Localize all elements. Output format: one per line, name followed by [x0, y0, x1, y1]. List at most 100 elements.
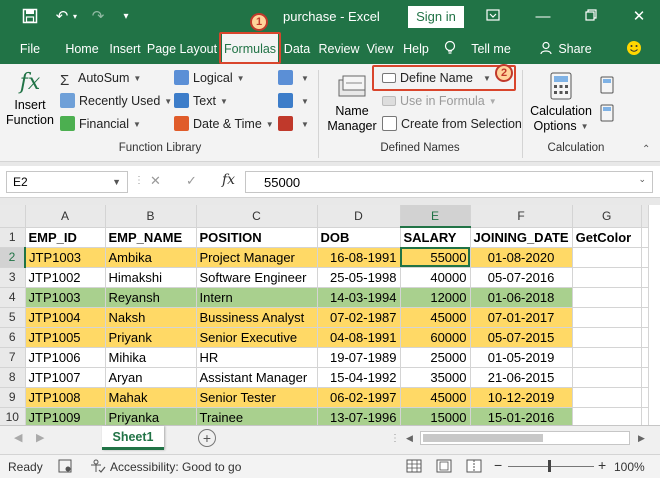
logical-button[interactable]: Logical ▼: [174, 68, 245, 88]
undo-dropdown-icon[interactable]: ▾: [70, 8, 80, 26]
scroll-right-icon[interactable]: ▶: [36, 431, 44, 444]
zoom-in-button[interactable]: +: [598, 457, 606, 473]
enter-check-icon[interactable]: ✓: [186, 173, 197, 189]
cell[interactable]: SALARY: [400, 227, 471, 248]
column-header[interactable]: [641, 205, 649, 228]
cell[interactable]: [641, 407, 649, 428]
cell[interactable]: JTP1003: [25, 247, 106, 268]
cell[interactable]: 04-08-1991: [317, 327, 401, 348]
cell[interactable]: [641, 267, 649, 288]
insert-function-fx-icon[interactable]: fx: [222, 172, 235, 188]
cell[interactable]: 13-07-1996: [317, 407, 401, 428]
cell[interactable]: 25-05-1998: [317, 267, 401, 288]
cell[interactable]: 01-06-2018: [470, 287, 573, 308]
scroll-left-icon[interactable]: ◀: [14, 431, 22, 444]
cell[interactable]: JOINING_DATE: [470, 227, 573, 248]
minimize-icon[interactable]: —: [528, 4, 558, 30]
cell[interactable]: POSITION: [196, 227, 318, 248]
cell[interactable]: 45000: [400, 307, 471, 328]
cell[interactable]: JTP1008: [25, 387, 106, 408]
cell[interactable]: 15-04-1992: [317, 367, 401, 388]
cell[interactable]: 15000: [400, 407, 471, 428]
cell[interactable]: [641, 387, 649, 408]
financial-button[interactable]: Financial ▼: [60, 114, 141, 134]
tab-file[interactable]: File: [14, 34, 46, 64]
scrollbar-thumb[interactable]: [423, 434, 543, 442]
insert-function-button[interactable]: fx Insert Function: [6, 68, 54, 140]
cell[interactable]: DOB: [317, 227, 401, 248]
row-header[interactable]: 3: [0, 267, 26, 288]
cell[interactable]: 05-07-2016: [470, 267, 573, 288]
cell[interactable]: JTP1009: [25, 407, 106, 428]
row-header[interactable]: 10: [0, 407, 26, 428]
cell[interactable]: [572, 347, 642, 368]
normal-view-icon[interactable]: [406, 459, 422, 476]
text-button[interactable]: Text ▼: [174, 91, 228, 111]
column-header[interactable]: A: [25, 205, 106, 228]
cell[interactable]: [641, 347, 649, 368]
chevron-down-icon[interactable]: ▼: [112, 172, 121, 192]
cell[interactable]: Ambika: [105, 247, 197, 268]
tab-review[interactable]: Review: [316, 34, 362, 64]
formula-input[interactable]: 55000 ⌄: [245, 171, 653, 193]
row-header[interactable]: 4: [0, 287, 26, 308]
cell[interactable]: Software Engineer: [196, 267, 318, 288]
accessibility-icon[interactable]: [90, 459, 106, 476]
cell[interactable]: [641, 247, 649, 268]
zoom-slider[interactable]: [508, 466, 594, 467]
sheet-tab-sheet1[interactable]: Sheet1: [102, 426, 164, 450]
row-header[interactable]: 7: [0, 347, 26, 368]
cell[interactable]: Mihika: [105, 347, 197, 368]
recently-used-button[interactable]: Recently Used ▼: [60, 91, 172, 111]
cell[interactable]: JTP1004: [25, 307, 106, 328]
add-sheet-icon[interactable]: +: [198, 429, 216, 447]
cell[interactable]: 12000: [400, 287, 471, 308]
collapse-ribbon-icon[interactable]: ⌃: [642, 144, 650, 155]
calculation-options-button[interactable]: Calculation Options ▼: [530, 70, 592, 142]
ribbon-options-icon[interactable]: [478, 4, 508, 30]
cell[interactable]: 25000: [400, 347, 471, 368]
drag-handle-icon[interactable]: ⋮: [134, 175, 144, 186]
cell[interactable]: EMP_NAME: [105, 227, 197, 248]
horizontal-scrollbar[interactable]: [420, 431, 630, 445]
cell[interactable]: [641, 287, 649, 308]
cell[interactable]: [572, 287, 642, 308]
save-icon[interactable]: [20, 8, 40, 26]
cell[interactable]: 35000: [400, 367, 471, 388]
cell[interactable]: JTP1006: [25, 347, 106, 368]
cell[interactable]: 45000: [400, 387, 471, 408]
close-icon[interactable]: ✕: [624, 4, 654, 30]
row-header[interactable]: 9: [0, 387, 26, 408]
cell[interactable]: Trainee: [196, 407, 318, 428]
cell[interactable]: 06-02-1997: [317, 387, 401, 408]
cell[interactable]: Naksh: [105, 307, 197, 328]
lookup-reference-button[interactable]: ▼: [278, 68, 309, 88]
cell[interactable]: 19-07-1989: [317, 347, 401, 368]
page-break-view-icon[interactable]: [466, 459, 482, 476]
cell[interactable]: [641, 367, 649, 388]
cell[interactable]: Aryan: [105, 367, 197, 388]
tab-home[interactable]: Home: [62, 34, 102, 64]
share-button[interactable]: Share: [558, 34, 592, 64]
zoom-out-button[interactable]: −: [494, 457, 502, 473]
name-box[interactable]: E2 ▼: [6, 171, 128, 193]
cell[interactable]: JTP1007: [25, 367, 106, 388]
tab-insert[interactable]: Insert: [106, 34, 144, 64]
cell[interactable]: Reyansh: [105, 287, 197, 308]
sign-in-button[interactable]: Sign in: [408, 6, 464, 28]
cell[interactable]: Himakshi: [105, 267, 197, 288]
cell[interactable]: 07-02-1987: [317, 307, 401, 328]
name-manager-button[interactable]: Name Manager: [326, 70, 378, 142]
cell[interactable]: Priyanka: [105, 407, 197, 428]
cell[interactable]: HR: [196, 347, 318, 368]
row-header[interactable]: 5: [0, 307, 26, 328]
cell[interactable]: [572, 387, 642, 408]
column-header[interactable]: B: [105, 205, 197, 228]
macro-record-icon[interactable]: [58, 459, 72, 476]
calculate-now-icon[interactable]: [600, 76, 614, 97]
zoom-slider-thumb[interactable]: [548, 460, 551, 472]
cell[interactable]: 10-12-2019: [470, 387, 573, 408]
expand-formula-icon[interactable]: ⌄: [638, 174, 646, 185]
cell[interactable]: 21-06-2015: [470, 367, 573, 388]
tell-me-search[interactable]: Tell me: [466, 34, 516, 64]
